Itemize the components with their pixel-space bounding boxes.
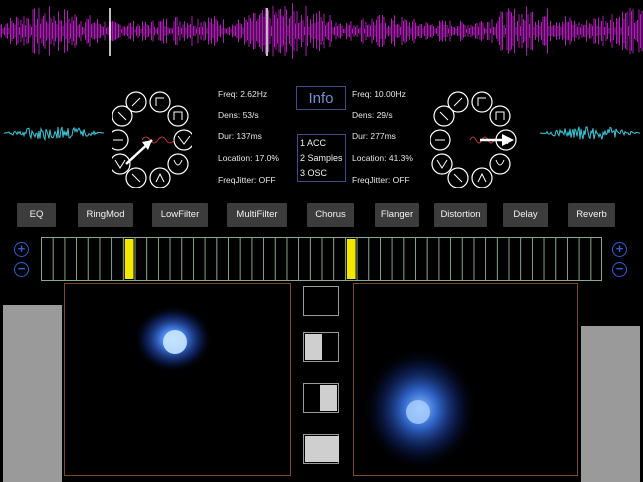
sequencer-step[interactable] — [356, 237, 370, 281]
left-location-readout: Location: 17.0% — [218, 153, 279, 163]
sequencer-step[interactable] — [590, 237, 602, 281]
sequencer-step[interactable] — [438, 237, 451, 281]
sequencer-step[interactable] — [426, 237, 440, 281]
sequencer-step[interactable] — [146, 237, 159, 281]
sequencer-step[interactable] — [76, 237, 89, 281]
sequencer-step[interactable] — [274, 237, 288, 281]
sequencer-step[interactable] — [567, 237, 580, 281]
left-grain-cloud — [133, 305, 213, 373]
sequencer-step[interactable] — [64, 237, 77, 281]
mix-box-1[interactable] — [303, 286, 339, 316]
right-density-readout: Dens: 29/s — [352, 110, 393, 120]
preset-item[interactable]: 1 ACC — [300, 136, 343, 151]
right-grain-cloud — [362, 347, 478, 471]
sequencer-step[interactable] — [520, 237, 533, 281]
preset-list[interactable]: 1 ACC 2 Samples 3 OSC — [297, 134, 346, 182]
left-density-readout: Dens: 53/s — [218, 110, 259, 120]
left-freqjitter-readout: FreqJitter: OFF — [218, 175, 276, 185]
right-freq-readout: Freq: 10.00Hz — [352, 89, 406, 99]
sequencer-step[interactable] — [461, 237, 475, 281]
left-grain-dial[interactable] — [112, 88, 192, 188]
left-duration-readout: Dur: 137ms — [218, 131, 262, 141]
sequencer-step[interactable] — [298, 237, 311, 281]
reverb-button[interactable]: Reverb — [568, 203, 615, 227]
sequencer-step[interactable] — [239, 237, 253, 281]
sequencer-step[interactable] — [99, 237, 113, 281]
sequencer-step-active[interactable] — [346, 239, 356, 279]
preset-item[interactable]: 3 OSC — [300, 166, 343, 181]
sequencer-step[interactable] — [52, 237, 66, 281]
sequencer-step[interactable] — [508, 237, 522, 281]
sequencer-step[interactable] — [309, 237, 323, 281]
left-dial-pointer[interactable] — [125, 139, 153, 165]
sequencer-step[interactable] — [415, 237, 428, 281]
sequencer-step[interactable] — [578, 237, 592, 281]
mix-box-4-fill — [305, 436, 339, 462]
sequencer-step[interactable] — [134, 237, 148, 281]
sequencer-step[interactable] — [111, 237, 124, 281]
sequencer-step[interactable] — [496, 237, 510, 281]
sequencer-step[interactable] — [169, 237, 183, 281]
sequencer-step[interactable] — [531, 237, 545, 281]
mix-box-2[interactable] — [303, 332, 339, 362]
sequencer-step[interactable] — [216, 237, 229, 281]
sequencer-step[interactable] — [555, 237, 568, 281]
sequencer-step[interactable] — [204, 237, 218, 281]
eq-button[interactable]: EQ — [17, 203, 56, 227]
right-level-bar[interactable] — [581, 326, 640, 482]
info-button[interactable]: Info — [296, 86, 346, 110]
left-freq-readout: Freq: 2.62Hz — [218, 89, 268, 99]
sequencer-step[interactable] — [41, 237, 54, 281]
sequencer-step[interactable] — [251, 237, 264, 281]
right-duration-readout: Dur: 277ms — [352, 131, 396, 141]
sequencer-step[interactable] — [193, 237, 206, 281]
mix-box-3-fill — [320, 385, 337, 411]
sequencer-step[interactable] — [485, 237, 498, 281]
sequencer-step[interactable] — [228, 237, 241, 281]
sequencer-step[interactable] — [368, 237, 381, 281]
lowfilter-button[interactable]: LowFilter — [152, 203, 208, 227]
left-zoom-out-button[interactable]: − — [14, 262, 29, 277]
right-xy-pad[interactable] — [353, 283, 578, 476]
step-sequencer[interactable] — [41, 237, 602, 281]
ringmod-button[interactable]: RingMod — [78, 203, 133, 227]
sequencer-step[interactable] — [263, 237, 276, 281]
sequencer-step-active[interactable] — [124, 239, 134, 279]
right-freqjitter-readout: FreqJitter: OFF — [352, 175, 410, 185]
sequencer-step[interactable] — [333, 237, 346, 281]
chorus-button[interactable]: Chorus — [307, 203, 354, 227]
sequencer-step[interactable] — [380, 237, 393, 281]
sequencer-step[interactable] — [543, 237, 557, 281]
sequencer-step[interactable] — [321, 237, 335, 281]
mix-box-3[interactable] — [303, 383, 339, 413]
left-zoom-in-button[interactable]: + — [14, 242, 29, 257]
sequencer-step[interactable] — [181, 237, 194, 281]
distortion-button[interactable]: Distortion — [434, 203, 487, 227]
right-mini-waveform — [540, 126, 640, 140]
left-level-bar[interactable] — [3, 305, 62, 482]
left-xy-pad[interactable] — [64, 283, 291, 476]
right-grain-dial[interactable] — [430, 88, 520, 188]
sequencer-step[interactable] — [403, 237, 416, 281]
left-mini-waveform — [4, 126, 104, 142]
mix-box-2-fill — [305, 334, 322, 360]
sequencer-step[interactable] — [87, 237, 101, 281]
sequencer-step[interactable] — [473, 237, 487, 281]
multifilter-button[interactable]: MultiFilter — [227, 203, 287, 227]
right-zoom-in-button[interactable]: + — [612, 242, 627, 257]
sequencer-step[interactable] — [450, 237, 463, 281]
preset-item[interactable]: 2 Samples — [300, 151, 343, 166]
right-zoom-out-button[interactable]: − — [612, 262, 627, 277]
main-waveform[interactable] — [0, 0, 643, 62]
right-location-readout: Location: 41.3% — [352, 153, 413, 163]
sequencer-step[interactable] — [391, 237, 405, 281]
delay-button[interactable]: Delay — [503, 203, 548, 227]
flanger-button[interactable]: Flanger — [375, 203, 419, 227]
mix-box-4[interactable] — [303, 434, 339, 464]
sequencer-step[interactable] — [157, 237, 171, 281]
sequencer-step[interactable] — [286, 237, 300, 281]
